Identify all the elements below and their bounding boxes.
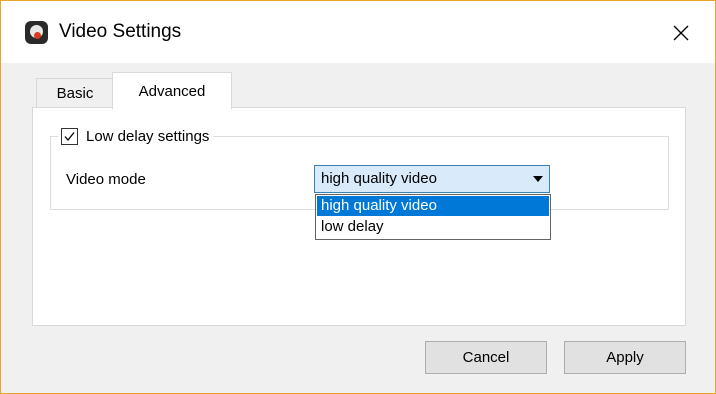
dropdown-arrow-icon[interactable] xyxy=(533,176,543,182)
window-title: Video Settings xyxy=(59,21,182,42)
video-mode-selected-value: high quality video xyxy=(321,170,437,187)
tab-basic[interactable]: Basic xyxy=(36,78,114,107)
video-mode-select[interactable]: high quality video xyxy=(314,165,550,193)
apply-button[interactable]: Apply xyxy=(564,341,686,374)
app-logo-icon-dot xyxy=(34,32,41,39)
app-logo-icon xyxy=(25,21,48,44)
video-mode-label: Video mode xyxy=(66,171,146,188)
cancel-button[interactable]: Cancel xyxy=(425,341,547,374)
low-delay-checkbox-row[interactable]: Low delay settings xyxy=(58,124,214,148)
title-bar: Video Settings xyxy=(1,1,715,63)
video-mode-option-high-quality[interactable]: high quality video xyxy=(317,196,549,216)
video-mode-option-low-delay[interactable]: low delay xyxy=(317,217,549,237)
low-delay-checkbox-label: Low delay settings xyxy=(86,127,210,145)
video-mode-dropdown-list: high quality video low delay xyxy=(315,194,551,240)
close-button[interactable] xyxy=(661,15,701,51)
low-delay-checkbox[interactable] xyxy=(61,127,78,145)
close-icon xyxy=(673,25,689,41)
tab-advanced[interactable]: Advanced xyxy=(112,72,232,109)
checkmark-icon xyxy=(64,131,75,141)
